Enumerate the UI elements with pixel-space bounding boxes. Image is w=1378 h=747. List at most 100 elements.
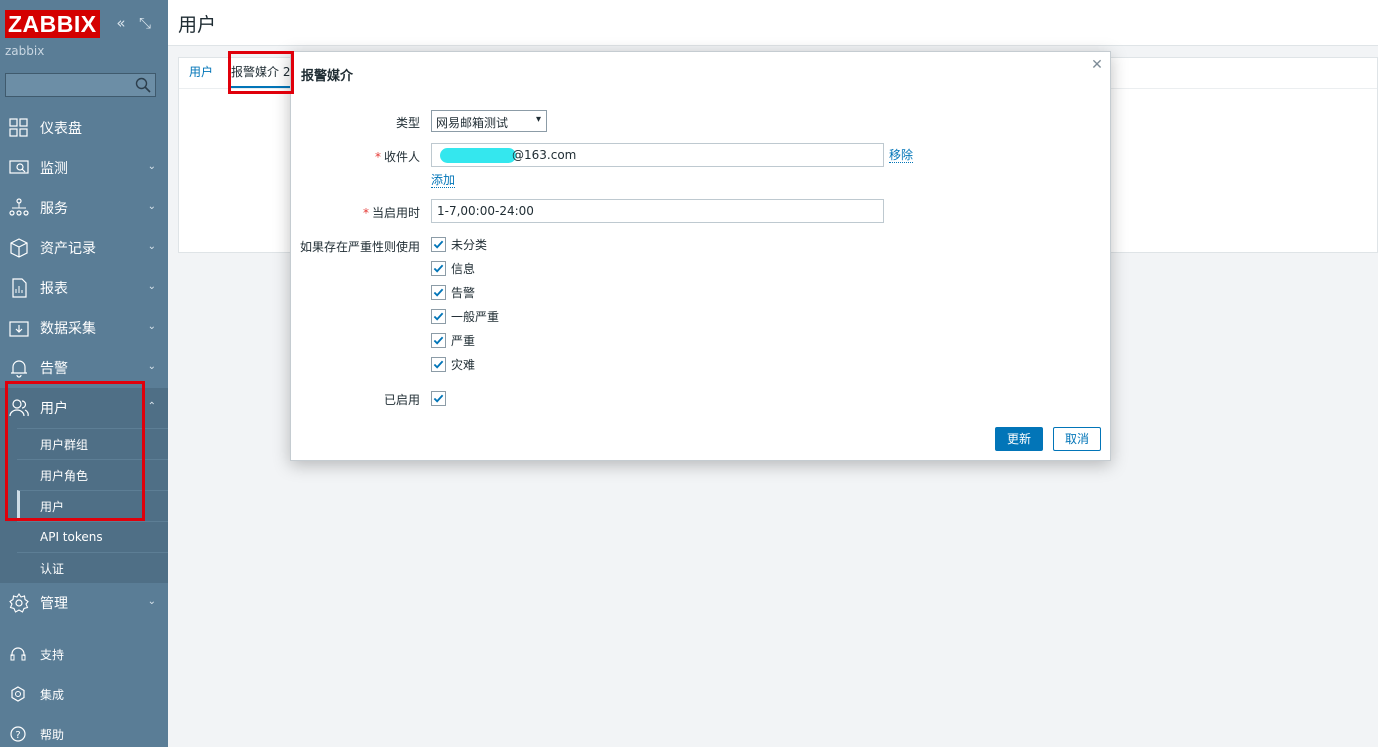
type-select[interactable]: 网易邮箱测试 ▾ [431, 110, 547, 132]
severity-label: 如果存在严重性则使用 [299, 240, 420, 254]
svg-text:?: ? [15, 730, 20, 741]
severity-not-classified[interactable]: 未分类 [431, 235, 487, 253]
chevron-down-icon: ⌄ [147, 241, 156, 252]
checkbox-checked[interactable] [431, 284, 446, 300]
sidebar: ZABBIX « ⤡ zabbix 仪表盘 监测 ⌄ 服务 ⌄ 资产记录 ⌄ 报… [0, 0, 168, 747]
integrations-icon [10, 686, 26, 702]
search-icon[interactable] [135, 77, 151, 93]
sidebar-tools: « ⤡ [113, 14, 153, 32]
severity-name: 未分类 [451, 237, 488, 252]
close-icon[interactable]: ✕ [1090, 58, 1104, 72]
kiosk-mode-icon[interactable]: ⤡ [137, 14, 153, 32]
checkbox-checked[interactable] [431, 356, 446, 372]
checkbox-checked[interactable] [431, 260, 446, 276]
bottom-menu: 支持 集成 ? 帮助 [0, 634, 168, 747]
chevron-down-icon: ⌄ [147, 596, 156, 607]
severity-high[interactable]: 严重 [431, 331, 475, 349]
annotation-highlight-tab [228, 51, 294, 94]
recipient-label: * 收件人 [374, 150, 420, 164]
check-icon [433, 360, 444, 369]
page-header: 用户 [168, 0, 1378, 46]
check-icon [433, 336, 444, 345]
enabled-toggle[interactable] [431, 389, 451, 407]
menu-label: 数据采集 [40, 321, 96, 337]
menu-label: 集成 [40, 687, 65, 702]
chevron-down-icon: ⌄ [147, 161, 156, 172]
collapse-sidebar-icon[interactable]: « [113, 14, 129, 32]
menu-item-reports[interactable]: 报表 ⌄ [0, 268, 168, 308]
dashboard-icon [8, 117, 30, 139]
chevron-down-icon: ⌄ [147, 281, 156, 292]
cancel-button[interactable]: 取消 [1053, 427, 1101, 451]
logo-row: ZABBIX [5, 10, 100, 38]
menu-label: 支持 [40, 647, 65, 662]
when-active-input[interactable]: 1-7,00:00-24:00 [431, 199, 884, 223]
redaction-mark [440, 148, 516, 163]
chevron-down-icon: ▾ [535, 114, 541, 125]
menu-item-data-collection[interactable]: 数据采集 ⌄ [0, 308, 168, 348]
update-button[interactable]: 更新 [995, 427, 1043, 451]
inventory-icon [8, 237, 30, 259]
annotation-highlight-users-menu [5, 381, 145, 521]
headset-icon [10, 646, 26, 662]
tab-user[interactable]: 用户 [189, 63, 213, 88]
checkbox-checked[interactable] [431, 308, 446, 324]
severity-disaster[interactable]: 灾难 [431, 355, 475, 373]
menu-label: 帮助 [40, 727, 65, 742]
severity-average[interactable]: 一般严重 [431, 307, 499, 325]
remove-link[interactable]: 移除 [889, 148, 914, 163]
check-icon [433, 312, 444, 321]
recipient-input[interactable]: @163.com [431, 143, 884, 167]
chevron-down-icon: ⌄ [147, 201, 156, 212]
gear-icon [8, 592, 30, 614]
media-dialog: 报警媒介 ✕ 类型 网易邮箱测试 ▾ * 收件人 @163.com 移除 添加 *… [290, 51, 1111, 461]
data-collection-icon [8, 317, 30, 339]
severity-name: 严重 [451, 333, 476, 348]
menu-item-dashboard[interactable]: 仪表盘 [0, 108, 168, 148]
severity-name: 灾难 [451, 357, 476, 372]
menu-label: 仪表盘 [40, 121, 82, 137]
check-icon [433, 264, 444, 273]
check-icon [433, 240, 444, 249]
add-link[interactable]: 添加 [431, 173, 456, 188]
menu-item-integrations[interactable]: 集成 [0, 674, 168, 714]
menu-item-inventory[interactable]: 资产记录 ⌄ [0, 228, 168, 268]
dialog-title: 报警媒介 [301, 69, 354, 84]
sidebar-item-authentication[interactable]: 认证 [17, 552, 168, 583]
severity-name: 一般严重 [451, 309, 500, 324]
monitoring-icon [8, 157, 30, 179]
severity-information[interactable]: 信息 [431, 259, 475, 277]
menu-label: 告警 [40, 361, 68, 377]
menu-label: 监测 [40, 161, 68, 177]
recipient-value: @163.com [512, 148, 577, 162]
chevron-down-icon: ⌄ [147, 361, 156, 372]
page-title: 用户 [178, 14, 217, 36]
menu-label: 服务 [40, 201, 68, 217]
checkbox-checked[interactable] [431, 390, 446, 406]
severity-warning[interactable]: 告警 [431, 283, 475, 301]
type-label: 类型 [395, 116, 420, 130]
reports-icon [8, 277, 30, 299]
search-input[interactable] [5, 73, 156, 97]
zabbix-logo[interactable]: ZABBIX [5, 10, 100, 38]
menu-item-help[interactable]: ? 帮助 [0, 714, 168, 747]
menu-item-monitoring[interactable]: 监测 ⌄ [0, 148, 168, 188]
alerts-icon [8, 357, 30, 379]
checkbox-checked[interactable] [431, 236, 446, 252]
menu-label: 资产记录 [40, 241, 96, 257]
menu-item-support[interactable]: 支持 [0, 634, 168, 674]
check-icon [433, 288, 444, 297]
server-name: zabbix [5, 44, 45, 58]
services-icon [8, 197, 30, 219]
severity-name: 信息 [451, 261, 476, 276]
menu-item-services[interactable]: 服务 ⌄ [0, 188, 168, 228]
menu-label: 管理 [40, 596, 68, 612]
chevron-down-icon: ⌄ [147, 321, 156, 332]
checkbox-checked[interactable] [431, 332, 446, 348]
menu-item-administration[interactable]: 管理 ⌄ [0, 583, 168, 623]
when-active-label: * 当启用时 [362, 206, 420, 220]
help-icon: ? [10, 726, 26, 742]
type-select-value: 网易邮箱测试 [436, 116, 509, 130]
chevron-up-icon: ⌃ [147, 401, 156, 412]
sidebar-item-api-tokens[interactable]: API tokens [17, 521, 168, 552]
